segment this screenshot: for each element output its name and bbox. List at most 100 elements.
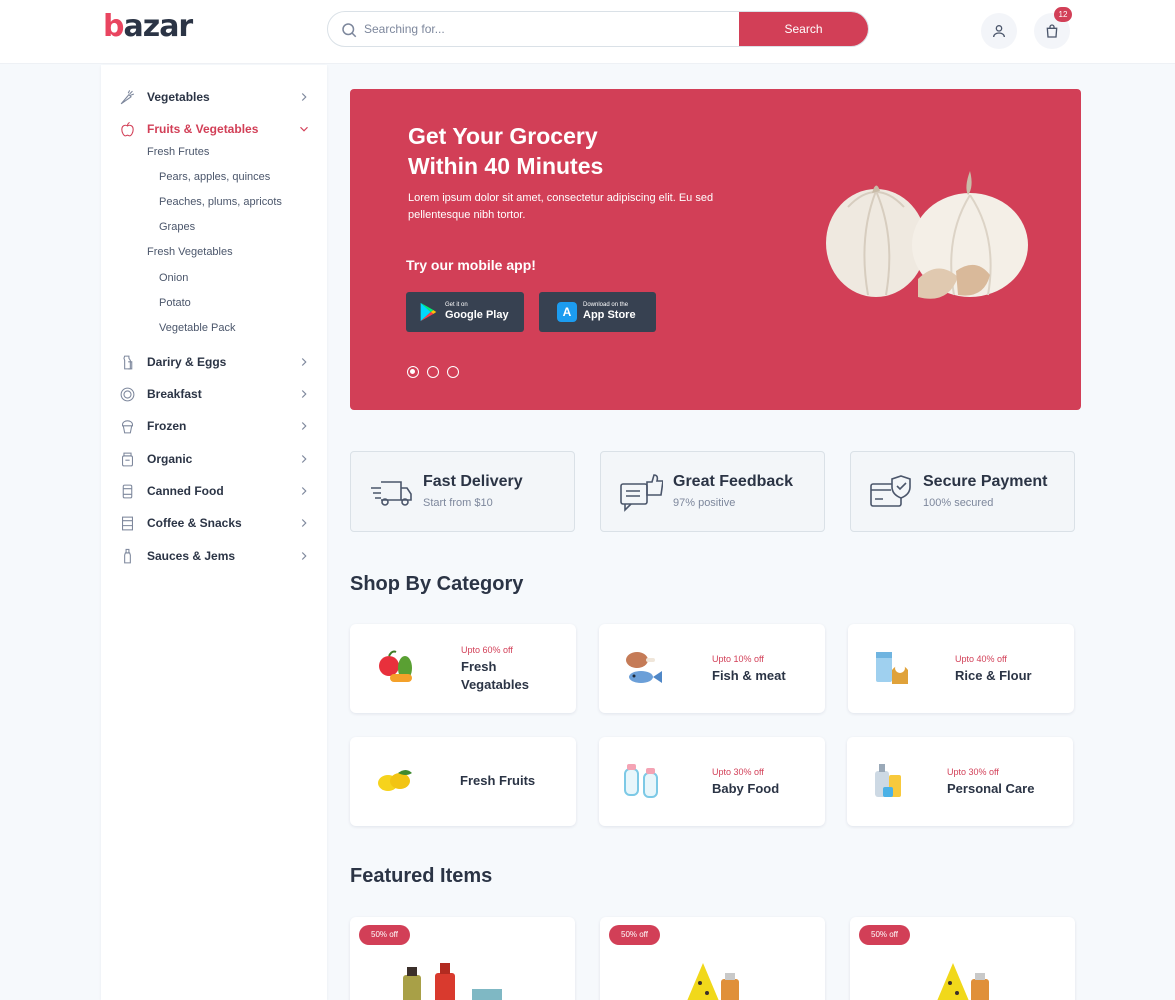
search-icon [342, 23, 357, 38]
milk-icon [119, 354, 136, 371]
carrot-icon [119, 89, 136, 106]
app-store-small-text: Download on the [583, 302, 629, 308]
fruits-image [378, 770, 412, 791]
account-button[interactable] [981, 13, 1017, 49]
carousel-dot-3[interactable] [447, 366, 459, 378]
sidebar-subitem-pears[interactable]: Pears, apples, quinces [159, 171, 270, 183]
sidebar-item-label: Vegetables [147, 90, 210, 104]
discount-badge: 50% off [859, 925, 910, 945]
service-card-fast-delivery: Fast Delivery Start from $10 [350, 451, 575, 532]
sidebar-subitem-fresh-frutes[interactable]: Fresh Frutes [147, 146, 209, 158]
feedback-icon [620, 474, 663, 512]
sidebar-item-canned-food[interactable]: Canned Food [119, 479, 311, 503]
featured-product-card[interactable]: 50% off [600, 917, 825, 1000]
shopping-bag-icon [1046, 24, 1058, 38]
sidebar-subitem-grapes[interactable]: Grapes [159, 221, 195, 233]
sidebar-subitem-vegetable-pack[interactable]: Vegetable Pack [159, 322, 235, 334]
service-subtitle: Start from $10 [423, 497, 493, 509]
logo[interactable]: bazar [103, 9, 193, 44]
sidebar-subitem-fresh-vegetables[interactable]: Fresh Vegetables [147, 246, 233, 258]
sidebar-item-frozen[interactable]: Frozen [119, 414, 311, 438]
service-title: Secure Payment [923, 473, 1048, 490]
plate-icon [119, 386, 136, 403]
category-discount: Upto 40% off [955, 654, 1007, 664]
search-button[interactable]: Search [739, 12, 868, 46]
category-discount: Upto 60% off [461, 645, 513, 655]
service-card-great-feedback: Great Feedback 97% positive [600, 451, 825, 532]
banner-description: Lorem ipsum dolor sit amet, consectetur … [408, 192, 714, 221]
garlic-image [826, 171, 1028, 299]
chevron-down-icon [300, 126, 308, 132]
category-name: Fresh Vegatables [461, 659, 529, 692]
search-bar: Search [327, 11, 869, 47]
featured-product-card[interactable]: 50% off [350, 917, 575, 1000]
baby-food-image [624, 764, 658, 798]
category-sidebar: Vegetables Fruits & Vegetables Fresh Fru… [101, 65, 327, 1000]
sidebar-subitem-peaches[interactable]: Peaches, plums, apricots [159, 196, 282, 208]
category-name: Fish & meat [712, 668, 786, 683]
header: bazar Search 12 [0, 0, 1175, 64]
sidebar-item-fruits-vegetables[interactable]: Fruits & Vegetables [119, 117, 311, 141]
service-subtitle: 100% secured [923, 497, 994, 509]
personal-care-image [875, 764, 901, 797]
secure-card-icon [870, 475, 911, 507]
cheese-image [687, 963, 739, 1000]
google-play-button[interactable]: Get it on Google Play [406, 292, 524, 332]
sidebar-item-label: Breakfast [147, 387, 202, 401]
chevron-right-icon [301, 455, 307, 463]
category-card-fresh-fruits[interactable]: Fresh Fruits [350, 737, 576, 826]
user-icon [993, 25, 1005, 38]
category-card-fresh-vegetables[interactable]: Upto 60% off Fresh Vegatables [350, 624, 576, 713]
discount-badge: 50% off [359, 925, 410, 945]
truck-icon [371, 481, 412, 506]
category-card-baby-food[interactable]: Upto 30% off Baby Food [599, 737, 825, 826]
featured-items-title: Featured Items [350, 865, 493, 887]
cart-button[interactable]: 12 [1034, 7, 1072, 49]
search-input[interactable] [364, 12, 734, 46]
ice-cream-icon [119, 418, 136, 435]
rice-flour-image [876, 652, 908, 684]
carousel-dot-1[interactable] [407, 366, 419, 378]
chevron-right-icon [301, 552, 307, 560]
sidebar-item-label: Sauces & Jems [147, 549, 236, 563]
sidebar-item-sauces-jems[interactable]: Sauces & Jems [119, 544, 311, 568]
sidebar-subitem-onion[interactable]: Onion [159, 272, 188, 284]
service-subtitle: 97% positive [673, 497, 736, 509]
category-discount: Upto 30% off [712, 767, 764, 777]
apple-icon [119, 121, 136, 138]
category-discount: Upto 30% off [947, 767, 999, 777]
service-title: Great Feedback [673, 473, 794, 490]
google-play-small-text: Get it on [445, 302, 468, 308]
sidebar-item-organic[interactable]: Organic [119, 447, 311, 471]
category-card-rice-flour[interactable]: Upto 40% off Rice & Flour [848, 624, 1074, 713]
bottle-icon [119, 548, 136, 565]
app-store-button[interactable]: A Download on the App Store [539, 292, 656, 332]
sidebar-item-vegetables[interactable]: Vegetables [119, 85, 311, 109]
category-name: Baby Food [712, 781, 780, 796]
shop-by-category-title: Shop By Category [350, 573, 524, 595]
sidebar-item-label: Coffee & Snacks [147, 516, 242, 530]
sidebar-item-label: Canned Food [147, 484, 224, 498]
category-name: Personal Care [947, 781, 1035, 796]
sidebar-item-label: Fruits & Vegetables [147, 122, 259, 136]
category-card-personal-care[interactable]: Upto 30% off Personal Care [847, 737, 1073, 826]
featured-product-card[interactable]: 50% off [850, 917, 1075, 1000]
sidebar-item-dairy-eggs[interactable]: Dariry & Eggs [119, 350, 311, 374]
google-play-big-text: Google Play [445, 309, 509, 321]
can-icon [119, 483, 136, 500]
sidebar-item-coffee-snacks[interactable]: Coffee & Snacks [119, 511, 311, 535]
sauce-bottles-image [403, 963, 502, 1000]
sidebar-item-label: Frozen [147, 419, 187, 433]
carousel-dot-2[interactable] [427, 366, 439, 378]
app-store-big-text: App Store [583, 309, 636, 321]
sidebar-item-breakfast[interactable]: Breakfast [119, 382, 311, 406]
chevron-right-icon [301, 93, 307, 101]
fish-meat-image [626, 652, 662, 683]
jar-icon [119, 451, 136, 468]
chevron-right-icon [301, 519, 307, 527]
category-card-fish-meat[interactable]: Upto 10% off Fish & meat [599, 624, 825, 713]
sidebar-subitem-potato[interactable]: Potato [159, 297, 191, 309]
chevron-right-icon [301, 422, 307, 430]
discount-badge: 50% off [609, 925, 660, 945]
hero-banner: Get Your Grocery Within 40 Minutes Lorem… [350, 89, 1081, 410]
